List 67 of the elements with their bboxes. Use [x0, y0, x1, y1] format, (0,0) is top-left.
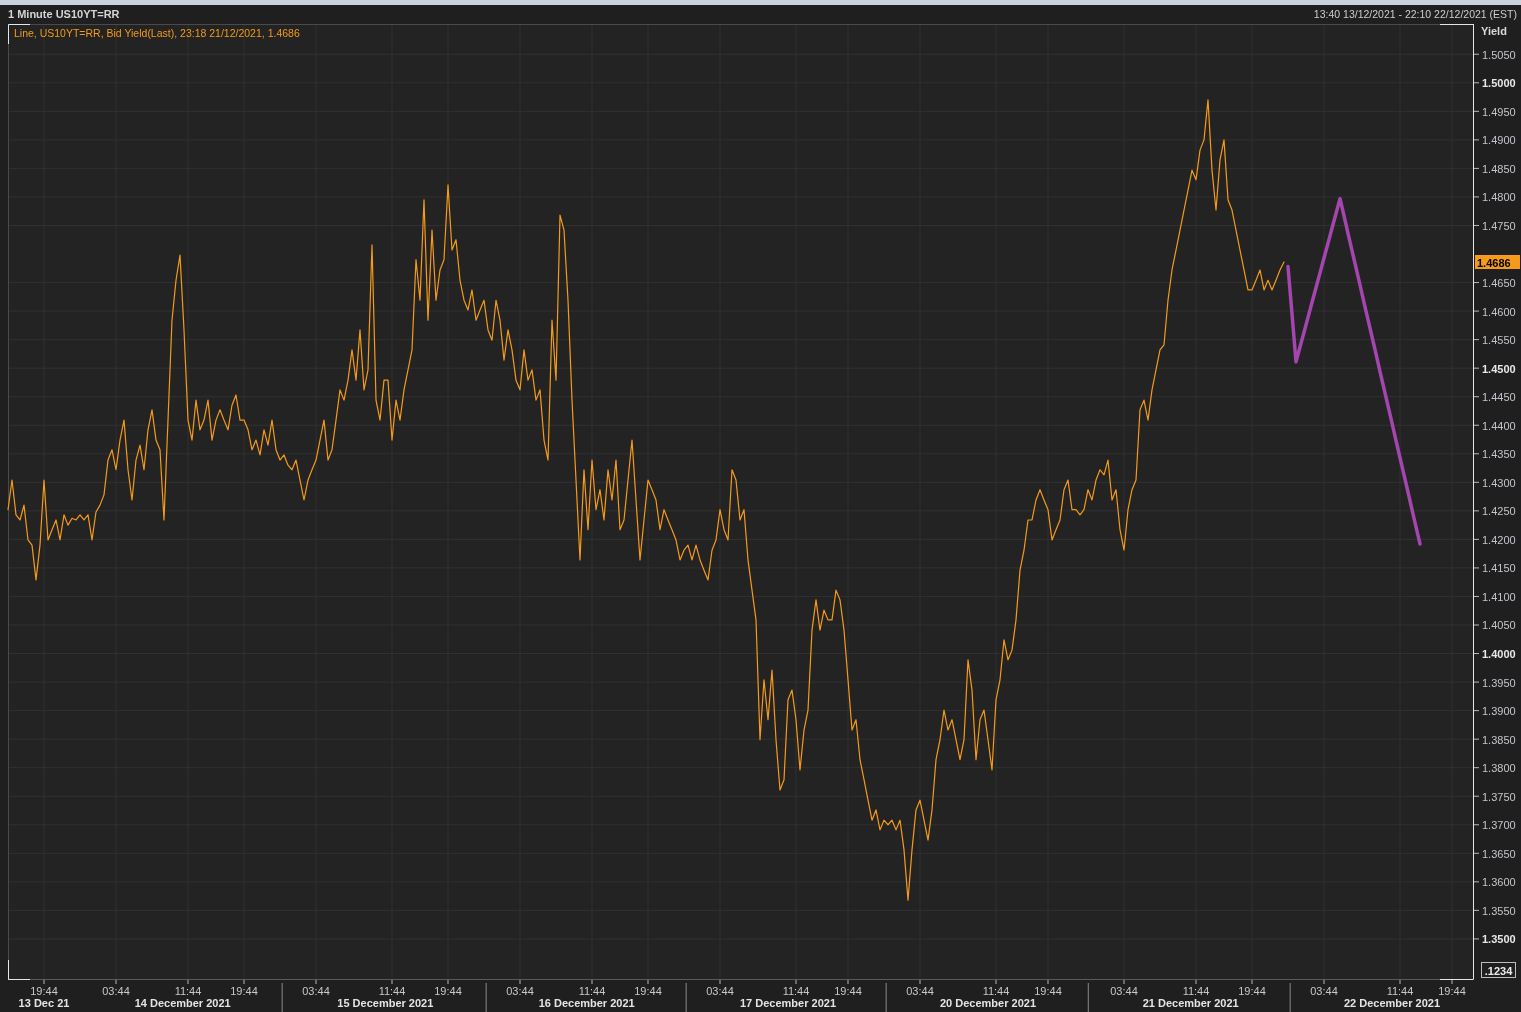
y-tick-label: 1.4850 — [1482, 162, 1516, 175]
x-tick-label: 19:44 — [230, 985, 258, 997]
date-label: 13 Dec 21 — [18, 997, 70, 1009]
y-tick-label: 1.4350 — [1482, 448, 1516, 461]
y-tick-label: 1.4050 — [1482, 619, 1516, 632]
y-tick-label: 1.4300 — [1482, 476, 1516, 489]
y-tick-label: 1.4100 — [1482, 590, 1516, 603]
x-tick-label: 11:44 — [378, 985, 406, 997]
date-label: 22 December 2021 — [1344, 997, 1440, 1009]
y-tick-label: 1.3550 — [1482, 904, 1516, 917]
y-tick-label: 1.4200 — [1482, 533, 1516, 546]
x-tick-label: 03:44 — [506, 985, 534, 997]
x-tick-label: 03:44 — [706, 985, 734, 997]
x-tick-label: 03:44 — [906, 985, 934, 997]
date-label: 16 December 2021 — [538, 997, 635, 1009]
date-label: 20 December 2021 — [940, 997, 1036, 1009]
x-tick-label: 11:44 — [578, 985, 606, 997]
last-value-tag: 1.4686 — [1475, 255, 1520, 269]
date-label: 17 December 2021 — [740, 997, 836, 1009]
y-tick-label: 1.4750 — [1482, 219, 1516, 232]
y-tick-label: 1.5000 — [1482, 77, 1516, 90]
x-tick-label: 03:44 — [1310, 985, 1338, 997]
y-tick-label: 1.4650 — [1482, 277, 1516, 290]
y-tick-label: 1.5050 — [1482, 48, 1516, 61]
x-tick-label: 11:44 — [782, 985, 810, 997]
y-tick-label: 1.3750 — [1482, 790, 1516, 803]
y-tick-label: 1.3700 — [1482, 819, 1516, 832]
x-tick-label: 11:44 — [1386, 985, 1414, 997]
x-tick-label: 03:44 — [302, 985, 330, 997]
x-tick-label: 19:44 — [1034, 985, 1062, 997]
x-tick-label: 03:44 — [102, 985, 130, 997]
y-tick-label: 1.4450 — [1482, 391, 1516, 404]
precision-button[interactable]: .1234 — [1481, 962, 1516, 978]
x-tick-label: 19:44 — [634, 985, 662, 997]
x-tick-label: 11:44 — [1182, 985, 1210, 997]
x-tick-label: 19:44 — [30, 985, 58, 997]
y-tick-label: 1.4800 — [1482, 191, 1516, 204]
chart-title: 1 Minute US10YT=RR — [8, 9, 120, 20]
y-tick-label: 1.3500 — [1482, 933, 1516, 946]
x-tick-label: 19:44 — [1238, 985, 1266, 997]
time-range: 13:40 13/12/2021 - 22:10 22/12/2021 (EST) — [1313, 9, 1517, 20]
axis-title: Yield — [1481, 25, 1507, 37]
y-tick-label: 1.4900 — [1482, 134, 1516, 147]
x-tick-label: 19:44 — [1438, 985, 1466, 997]
date-label: 21 December 2021 — [1142, 997, 1239, 1009]
date-label: 14 December 2021 — [134, 997, 231, 1009]
x-tick-label: 11:44 — [174, 985, 202, 997]
y-tick-label: 1.3600 — [1482, 876, 1516, 889]
y-tick-label: 1.4950 — [1482, 105, 1516, 118]
y-tick-label: 1.3650 — [1482, 847, 1516, 860]
x-tick-label: 19:44 — [434, 985, 462, 997]
x-tick-label: 03:44 — [1110, 985, 1138, 997]
y-tick-label: 1.4400 — [1482, 419, 1516, 432]
y-tick-label: 1.4150 — [1482, 562, 1516, 575]
y-tick-label: 1.4250 — [1482, 505, 1516, 518]
date-label: 15 December 2021 — [337, 997, 434, 1009]
y-tick-label: 1.3950 — [1482, 676, 1516, 689]
y-tick-label: 1.4550 — [1482, 334, 1516, 347]
y-tick-label: 1.3850 — [1482, 733, 1516, 746]
y-tick-label: 1.4500 — [1482, 362, 1516, 375]
y-tick-label: 1.3900 — [1482, 705, 1516, 718]
y-tick-label: 1.3800 — [1482, 762, 1516, 775]
x-tick-label: 19:44 — [834, 985, 862, 997]
x-tick-label: 11:44 — [982, 985, 1010, 997]
legend-text: Line, US10YT=RR, Bid Yield(Last), 23:18 21/12/2021, 1.4686 — [14, 27, 300, 39]
y-tick-label: 1.4600 — [1482, 305, 1516, 318]
y-tick-label: 1.4000 — [1482, 648, 1516, 661]
